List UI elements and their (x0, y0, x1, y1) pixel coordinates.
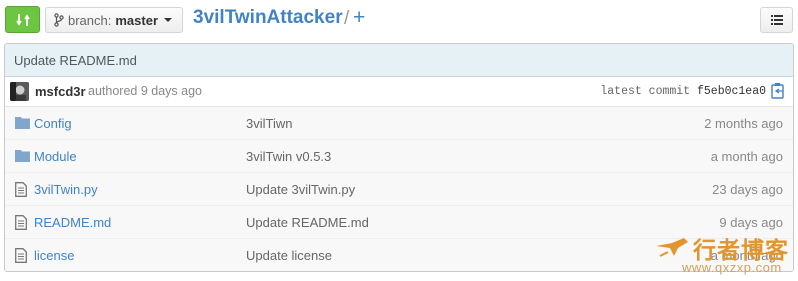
commit-authored: authored 9 days ago (88, 84, 202, 98)
file-name[interactable]: license (34, 248, 74, 263)
file-name[interactable]: 3vilTwin.py (34, 182, 98, 197)
watermark-url: www.qxzxp.com (682, 260, 782, 275)
avatar-image (10, 82, 29, 101)
file-row-3viltwin-py: 3vilTwin.py Update 3vilTwin.py 23 days a… (5, 173, 793, 206)
clipboard-icon[interactable] (771, 82, 785, 99)
file-name[interactable]: Config (34, 116, 72, 131)
pen-icon (656, 238, 688, 257)
commit-title[interactable]: Update README.md (5, 44, 793, 77)
file-age: 9 days ago (719, 215, 783, 230)
branch-selector[interactable]: branch: master (45, 7, 183, 33)
avatar[interactable] (10, 82, 29, 101)
repo-header: branch: master 3vilTwinAttacker / + (0, 0, 798, 40)
compare-icon (15, 13, 30, 26)
file-commit-message[interactable]: Update README.md (246, 215, 369, 230)
list-icon (770, 15, 783, 25)
file-commit-message[interactable]: 3vilTiwn (246, 116, 292, 131)
branch-icon (54, 13, 64, 27)
file-age: a month ago (710, 149, 783, 164)
commit-author[interactable]: msfcd3r (35, 84, 86, 99)
folder-icon (15, 117, 30, 129)
file-age: 23 days ago (712, 182, 783, 197)
latest-commit-label: latest commit (600, 85, 691, 98)
file-icon (15, 182, 27, 197)
folder-icon (15, 150, 30, 162)
file-icon (15, 248, 27, 263)
branch-prefix: branch: (68, 12, 112, 28)
file-commit-message[interactable]: Update license (246, 248, 332, 263)
branch-name: master (115, 12, 159, 28)
menu-button[interactable] (760, 7, 793, 33)
file-commit-message[interactable]: Update 3vilTwin.py (246, 182, 355, 197)
watermark: 行者博客 www.qxzxp.com (652, 232, 794, 277)
file-row-module: Module 3vilTwin v0.5.3 a month ago (5, 140, 793, 173)
chevron-down-icon (164, 18, 173, 22)
file-commit-message[interactable]: 3vilTwin v0.5.3 (246, 149, 331, 164)
file-name[interactable]: README.md (34, 215, 111, 230)
commit-sha[interactable]: f5eb0c1ea0 (697, 85, 766, 98)
file-icon (15, 215, 27, 230)
file-name[interactable]: Module (34, 149, 77, 164)
latest-commit: latest commit f5eb0c1ea0 (600, 85, 766, 98)
commit-meta: msfcd3r authored 9 days ago latest commi… (5, 77, 793, 107)
file-age: 2 months ago (704, 116, 783, 131)
compare-button[interactable] (5, 6, 40, 33)
add-file-button[interactable]: + (353, 6, 365, 30)
file-row-config: Config 3vilTiwn 2 months ago (5, 107, 793, 140)
path-separator: / (344, 8, 350, 29)
repo-name-link[interactable]: 3vilTwinAttacker (193, 7, 343, 29)
